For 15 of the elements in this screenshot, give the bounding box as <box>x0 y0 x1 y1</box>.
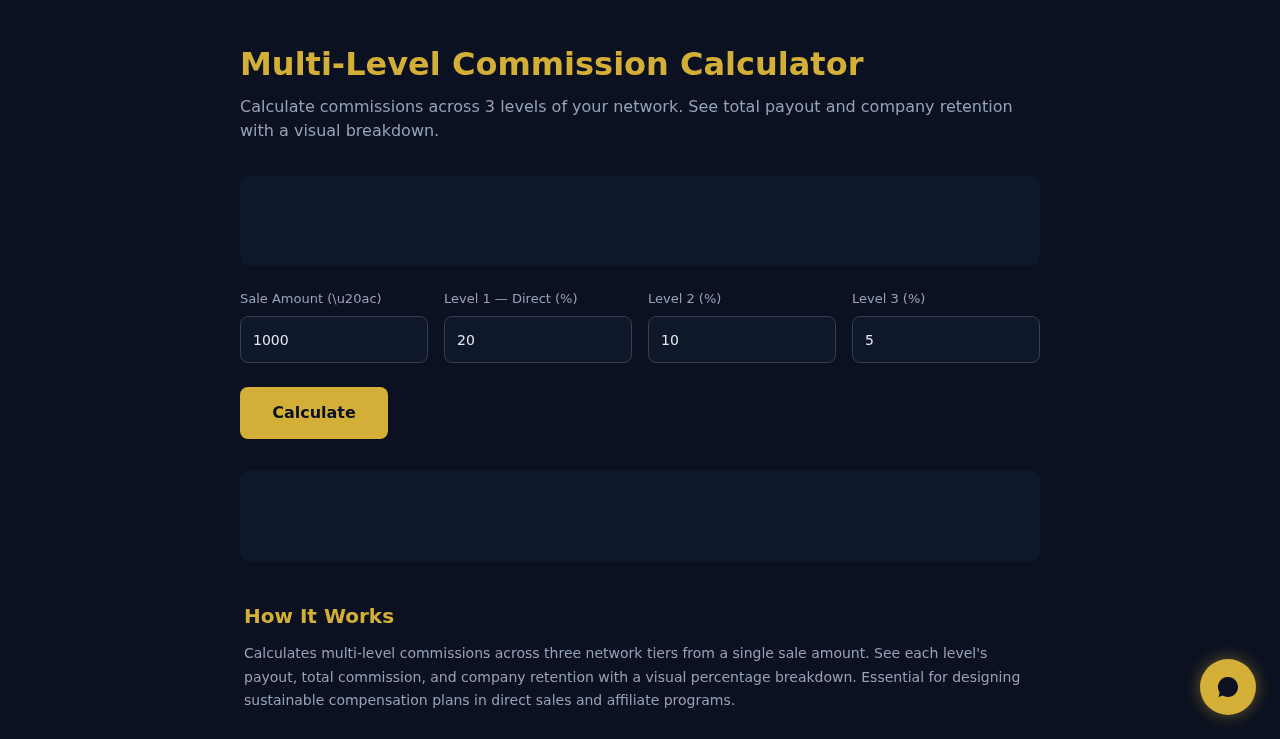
field-label: Level 1 — Direct (%) <box>444 290 578 308</box>
number-input[interactable]: 5 <box>852 316 1040 363</box>
page-subtitle: Calculate commissions across 3 levels of your network. See total payout and company retention with a visual breakdown. <box>240 96 1014 142</box>
number-input[interactable]: 10 <box>648 316 836 363</box>
field-label: Level 2 (%) <box>648 290 722 308</box>
chat-bubble-icon <box>1217 676 1239 698</box>
field-label: Level 3 (%) <box>852 290 926 308</box>
section-text: Calculates multi-level commissions across three network tiers from a single sale amount. See each level's payout, total commission, and company retention with a visual percentage breakdown. Essential for designing sustainable compensation plans in direct sales and affiliate programs. <box>244 644 1022 710</box>
section-heading: How It Works <box>244 603 395 630</box>
field-label: Sale Amount (\u20ac) <box>240 290 382 308</box>
number-input[interactable]: 1000 <box>240 316 428 363</box>
page-title: Multi-Level Commission Calculator <box>240 44 864 84</box>
number-input[interactable]: 20 <box>444 316 632 363</box>
calculate-button[interactable]: Calculate <box>240 387 388 439</box>
chat-button[interactable] <box>1200 659 1256 715</box>
